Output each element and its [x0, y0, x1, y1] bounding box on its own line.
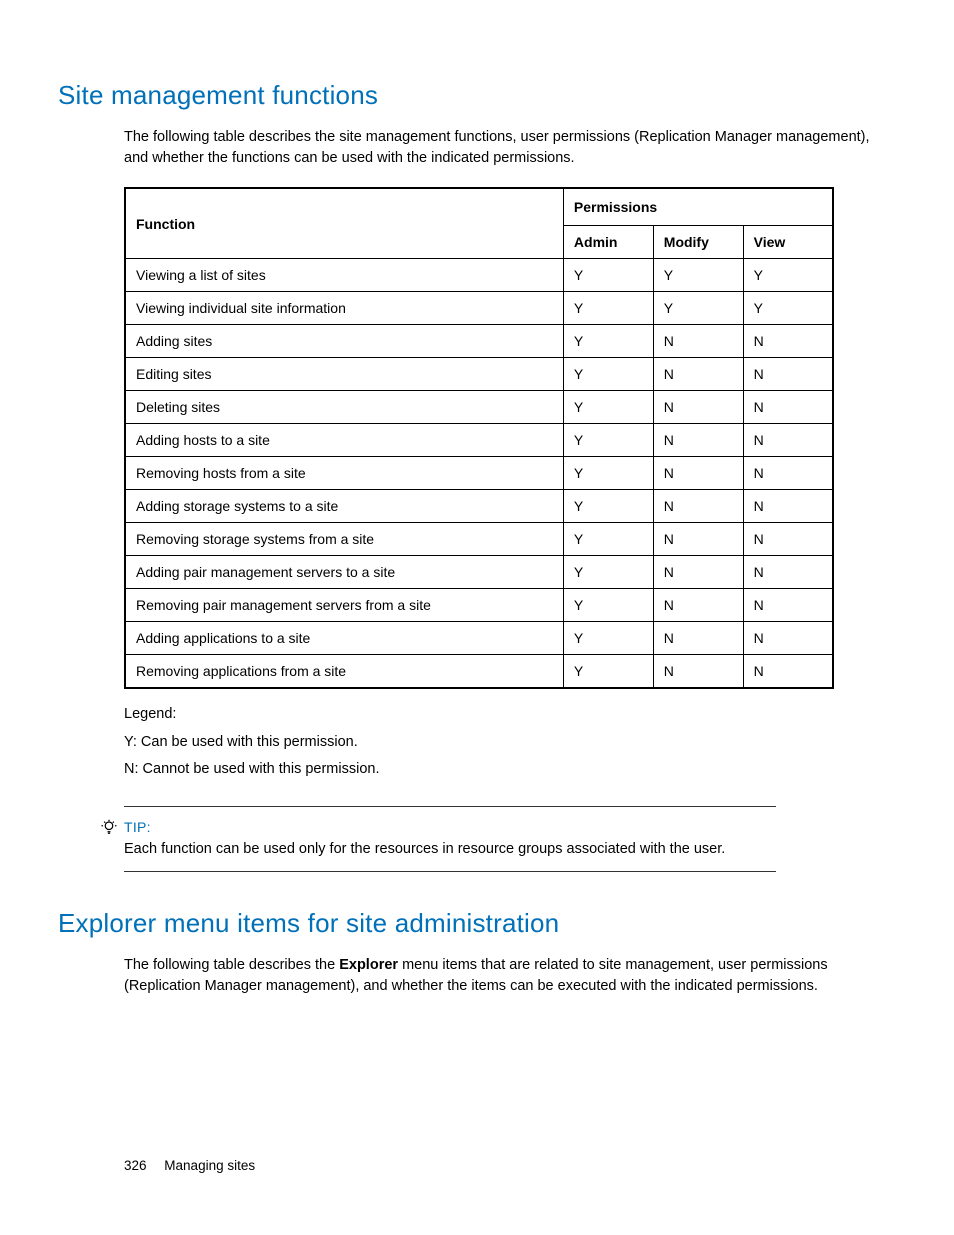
cell-fn: Viewing individual site information	[125, 292, 563, 325]
table-row: Adding sitesYNN	[125, 325, 833, 358]
cell-modify: N	[653, 622, 743, 655]
legend-n: N: Cannot be used with this permission.	[124, 756, 896, 784]
cell-admin: Y	[563, 556, 653, 589]
cell-view: N	[743, 523, 833, 556]
cell-view: N	[743, 490, 833, 523]
cell-view: N	[743, 622, 833, 655]
section-intro-1: The following table describes the site m…	[58, 127, 896, 169]
cell-view: Y	[743, 259, 833, 292]
cell-admin: Y	[563, 490, 653, 523]
table-row: Adding hosts to a siteYNN	[125, 424, 833, 457]
cell-modify: Y	[653, 259, 743, 292]
intro2-pre: The following table describes the	[124, 957, 339, 973]
table-row: Deleting sitesYNN	[125, 391, 833, 424]
cell-fn: Removing pair management servers from a …	[125, 589, 563, 622]
section-heading-explorer-menu: Explorer menu items for site administrat…	[58, 908, 896, 939]
cell-view: Y	[743, 292, 833, 325]
cell-fn: Adding hosts to a site	[125, 424, 563, 457]
cell-fn: Adding storage systems to a site	[125, 490, 563, 523]
intro2-bold: Explorer	[339, 957, 398, 973]
cell-view: N	[743, 424, 833, 457]
cell-admin: Y	[563, 325, 653, 358]
section-heading-site-management: Site management functions	[58, 80, 896, 111]
th-admin: Admin	[563, 226, 653, 259]
cell-view: N	[743, 589, 833, 622]
cell-fn: Adding pair management servers to a site	[125, 556, 563, 589]
cell-view: N	[743, 358, 833, 391]
cell-admin: Y	[563, 358, 653, 391]
cell-fn: Removing applications from a site	[125, 655, 563, 689]
cell-modify: N	[653, 358, 743, 391]
cell-admin: Y	[563, 424, 653, 457]
cell-modify: N	[653, 655, 743, 689]
cell-admin: Y	[563, 391, 653, 424]
legend-block: Legend: Y: Can be used with this permiss…	[58, 701, 896, 784]
cell-admin: Y	[563, 589, 653, 622]
cell-admin: Y	[563, 622, 653, 655]
th-permissions: Permissions	[563, 188, 833, 226]
cell-view: N	[743, 457, 833, 490]
cell-admin: Y	[563, 292, 653, 325]
cell-fn: Deleting sites	[125, 391, 563, 424]
cell-modify: N	[653, 457, 743, 490]
legend-y: Y: Can be used with this permission.	[124, 729, 896, 757]
page-number: 326	[124, 1158, 147, 1173]
th-modify: Modify	[653, 226, 743, 259]
table-row: Adding pair management servers to a site…	[125, 556, 833, 589]
cell-view: N	[743, 391, 833, 424]
cell-admin: Y	[563, 655, 653, 689]
cell-modify: N	[653, 325, 743, 358]
cell-admin: Y	[563, 523, 653, 556]
cell-modify: N	[653, 391, 743, 424]
cell-modify: Y	[653, 292, 743, 325]
cell-admin: Y	[563, 457, 653, 490]
permissions-table: Function Permissions Admin Modify View V…	[124, 187, 834, 689]
cell-fn: Viewing a list of sites	[125, 259, 563, 292]
lightbulb-icon	[100, 819, 118, 837]
table-row: Removing storage systems from a siteYNN	[125, 523, 833, 556]
legend-title: Legend:	[124, 701, 896, 729]
section-intro-2: The following table describes the Explor…	[58, 955, 896, 997]
cell-fn: Removing hosts from a site	[125, 457, 563, 490]
cell-modify: N	[653, 589, 743, 622]
cell-view: N	[743, 325, 833, 358]
cell-admin: Y	[563, 259, 653, 292]
table-row: Viewing individual site informationYYY	[125, 292, 833, 325]
table-row: Removing applications from a siteYNN	[125, 655, 833, 689]
page-footer: 326 Managing sites	[124, 1158, 255, 1173]
table-row: Adding applications to a siteYNN	[125, 622, 833, 655]
table-row: Editing sitesYNN	[125, 358, 833, 391]
cell-modify: N	[653, 523, 743, 556]
cell-modify: N	[653, 424, 743, 457]
th-function: Function	[125, 188, 563, 259]
th-view: View	[743, 226, 833, 259]
cell-view: N	[743, 655, 833, 689]
table-row: Removing hosts from a siteYNN	[125, 457, 833, 490]
tip-label: TIP:	[124, 819, 776, 835]
cell-view: N	[743, 556, 833, 589]
cell-fn: Removing storage systems from a site	[125, 523, 563, 556]
table-row: Adding storage systems to a siteYNN	[125, 490, 833, 523]
tip-text: Each function can be used only for the r…	[124, 841, 776, 857]
table-row: Viewing a list of sitesYYY	[125, 259, 833, 292]
cell-fn: Adding applications to a site	[125, 622, 563, 655]
table-row: Removing pair management servers from a …	[125, 589, 833, 622]
cell-modify: N	[653, 490, 743, 523]
cell-fn: Editing sites	[125, 358, 563, 391]
cell-fn: Adding sites	[125, 325, 563, 358]
cell-modify: N	[653, 556, 743, 589]
tip-block: TIP: Each function can be used only for …	[124, 806, 776, 872]
chapter-title: Managing sites	[164, 1158, 255, 1173]
